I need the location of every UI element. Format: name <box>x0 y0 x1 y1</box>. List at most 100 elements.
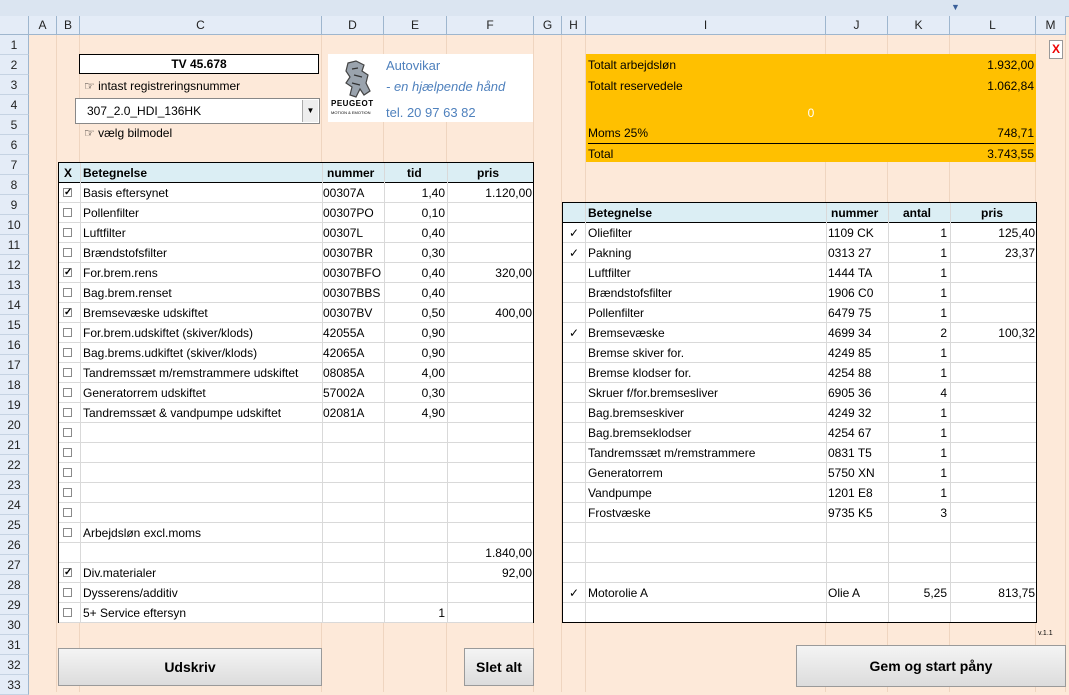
grid-line <box>1065 35 1066 692</box>
row-header[interactable]: 19 <box>0 395 29 415</box>
part-number: 1444 TA <box>828 266 873 280</box>
row-checkbox[interactable] <box>63 328 72 337</box>
model-select[interactable]: 307_2.0_HDI_136HK ▼ <box>75 98 320 124</box>
row-checkbox[interactable] <box>63 588 72 597</box>
row-checkbox[interactable]: ✓ <box>63 568 72 578</box>
column-header[interactable]: E <box>384 16 447 35</box>
header-number: nummer <box>327 166 375 180</box>
row-header[interactable]: 33 <box>0 675 29 695</box>
row-header[interactable]: 4 <box>0 95 29 115</box>
row-checkbox[interactable] <box>63 248 72 257</box>
column-header[interactable]: F <box>447 16 534 35</box>
row-header[interactable]: 15 <box>0 315 29 335</box>
job-number: 00307BR <box>323 246 374 260</box>
row-checkbox[interactable]: ✓ <box>63 308 72 318</box>
row-header[interactable]: 30 <box>0 615 29 635</box>
column-header[interactable]: C <box>80 16 322 35</box>
row-header[interactable]: 12 <box>0 255 29 275</box>
row-checkbox[interactable] <box>63 468 72 477</box>
row-header[interactable]: 8 <box>0 175 29 195</box>
row-header[interactable]: 20 <box>0 415 29 435</box>
discount-value: 0 <box>807 106 815 120</box>
row-header[interactable]: 31 <box>0 635 29 655</box>
clear-all-button[interactable]: Slet alt <box>464 648 534 686</box>
column-header[interactable]: B <box>57 16 80 35</box>
row-header[interactable]: 27 <box>0 555 29 575</box>
row-checkbox[interactable] <box>63 508 72 517</box>
checkmark-icon[interactable]: ✓ <box>569 243 579 263</box>
registration-number-field[interactable]: TV 45.678 <box>79 54 319 74</box>
row-checkbox[interactable]: ✓ <box>63 188 72 198</box>
print-button[interactable]: Udskriv <box>58 648 322 686</box>
row-checkbox[interactable] <box>63 408 72 417</box>
row-header[interactable]: 28 <box>0 575 29 595</box>
row-checkbox[interactable] <box>63 608 72 617</box>
row-header[interactable]: 22 <box>0 455 29 475</box>
checkmark-icon[interactable]: ✓ <box>569 223 579 243</box>
column-header[interactable]: G <box>534 16 562 35</box>
checkmark-icon[interactable]: ✓ <box>569 323 579 343</box>
row-header[interactable]: 11 <box>0 235 29 255</box>
row-header[interactable]: 9 <box>0 195 29 215</box>
job-number: 42055A <box>323 326 365 340</box>
column-divider <box>888 203 889 622</box>
row-header[interactable]: 17 <box>0 355 29 375</box>
row-header[interactable]: 3 <box>0 75 29 95</box>
row-header[interactable]: 6 <box>0 135 29 155</box>
row-header[interactable]: 24 <box>0 495 29 515</box>
header-name: Betegnelse <box>83 166 148 180</box>
part-qty: 1 <box>940 346 947 360</box>
save-restart-button[interactable]: Gem og start påny <box>796 645 1066 687</box>
table-row: Arbejdsløn excl.moms <box>59 523 533 543</box>
job-name: Basis eftersynet <box>83 186 169 200</box>
dropdown-arrow-icon[interactable]: ▼ <box>302 100 318 122</box>
version-label: v.1.1 <box>1038 630 1053 637</box>
row-header[interactable]: 1 <box>0 35 29 55</box>
select-all-corner[interactable] <box>0 16 29 35</box>
row-checkbox[interactable]: ✓ <box>63 268 72 278</box>
row-header[interactable]: 32 <box>0 655 29 675</box>
row-checkbox[interactable] <box>63 228 72 237</box>
row-header[interactable]: 10 <box>0 215 29 235</box>
table-row: Bremse klodser for. 4254 88 1 <box>563 363 1036 383</box>
row-header[interactable]: 26 <box>0 535 29 555</box>
column-header[interactable]: J <box>826 16 888 35</box>
part-name: Tandremssæt m/remstrammere <box>588 446 756 460</box>
row-header[interactable]: 25 <box>0 515 29 535</box>
row-checkbox[interactable] <box>63 348 72 357</box>
chevron-down-icon[interactable]: ▼ <box>951 2 960 12</box>
column-header[interactable]: K <box>888 16 950 35</box>
row-header[interactable]: 7 <box>0 155 29 175</box>
close-button[interactable]: X <box>1049 40 1063 59</box>
job-price <box>448 483 532 503</box>
row-header[interactable]: 29 <box>0 595 29 615</box>
row-header[interactable]: 18 <box>0 375 29 395</box>
column-header[interactable]: H <box>562 16 586 35</box>
job-number: 00307A <box>323 186 365 200</box>
row-checkbox[interactable] <box>63 528 72 537</box>
row-checkbox[interactable] <box>63 288 72 297</box>
row-checkbox[interactable] <box>63 208 72 217</box>
row-checkbox[interactable] <box>63 428 72 437</box>
peugeot-lion-icon <box>345 60 371 98</box>
row-checkbox[interactable] <box>63 448 72 457</box>
row-header[interactable]: 2 <box>0 55 29 75</box>
row-header[interactable]: 5 <box>0 115 29 135</box>
column-header[interactable]: A <box>29 16 57 35</box>
row-header[interactable]: 23 <box>0 475 29 495</box>
row-header[interactable]: 16 <box>0 335 29 355</box>
column-header[interactable]: D <box>322 16 384 35</box>
column-header[interactable]: L <box>950 16 1036 35</box>
part-price <box>951 463 1035 483</box>
row-checkbox[interactable] <box>63 368 72 377</box>
row-checkbox[interactable] <box>63 488 72 497</box>
job-time <box>385 463 445 483</box>
row-header[interactable]: 13 <box>0 275 29 295</box>
checkmark-icon[interactable]: ✓ <box>569 583 579 603</box>
row-header[interactable]: 14 <box>0 295 29 315</box>
column-header[interactable]: I <box>586 16 826 35</box>
column-header[interactable]: M <box>1036 16 1066 35</box>
row-checkbox[interactable] <box>63 388 72 397</box>
job-name: For.brem.rens <box>83 266 158 280</box>
row-header[interactable]: 21 <box>0 435 29 455</box>
